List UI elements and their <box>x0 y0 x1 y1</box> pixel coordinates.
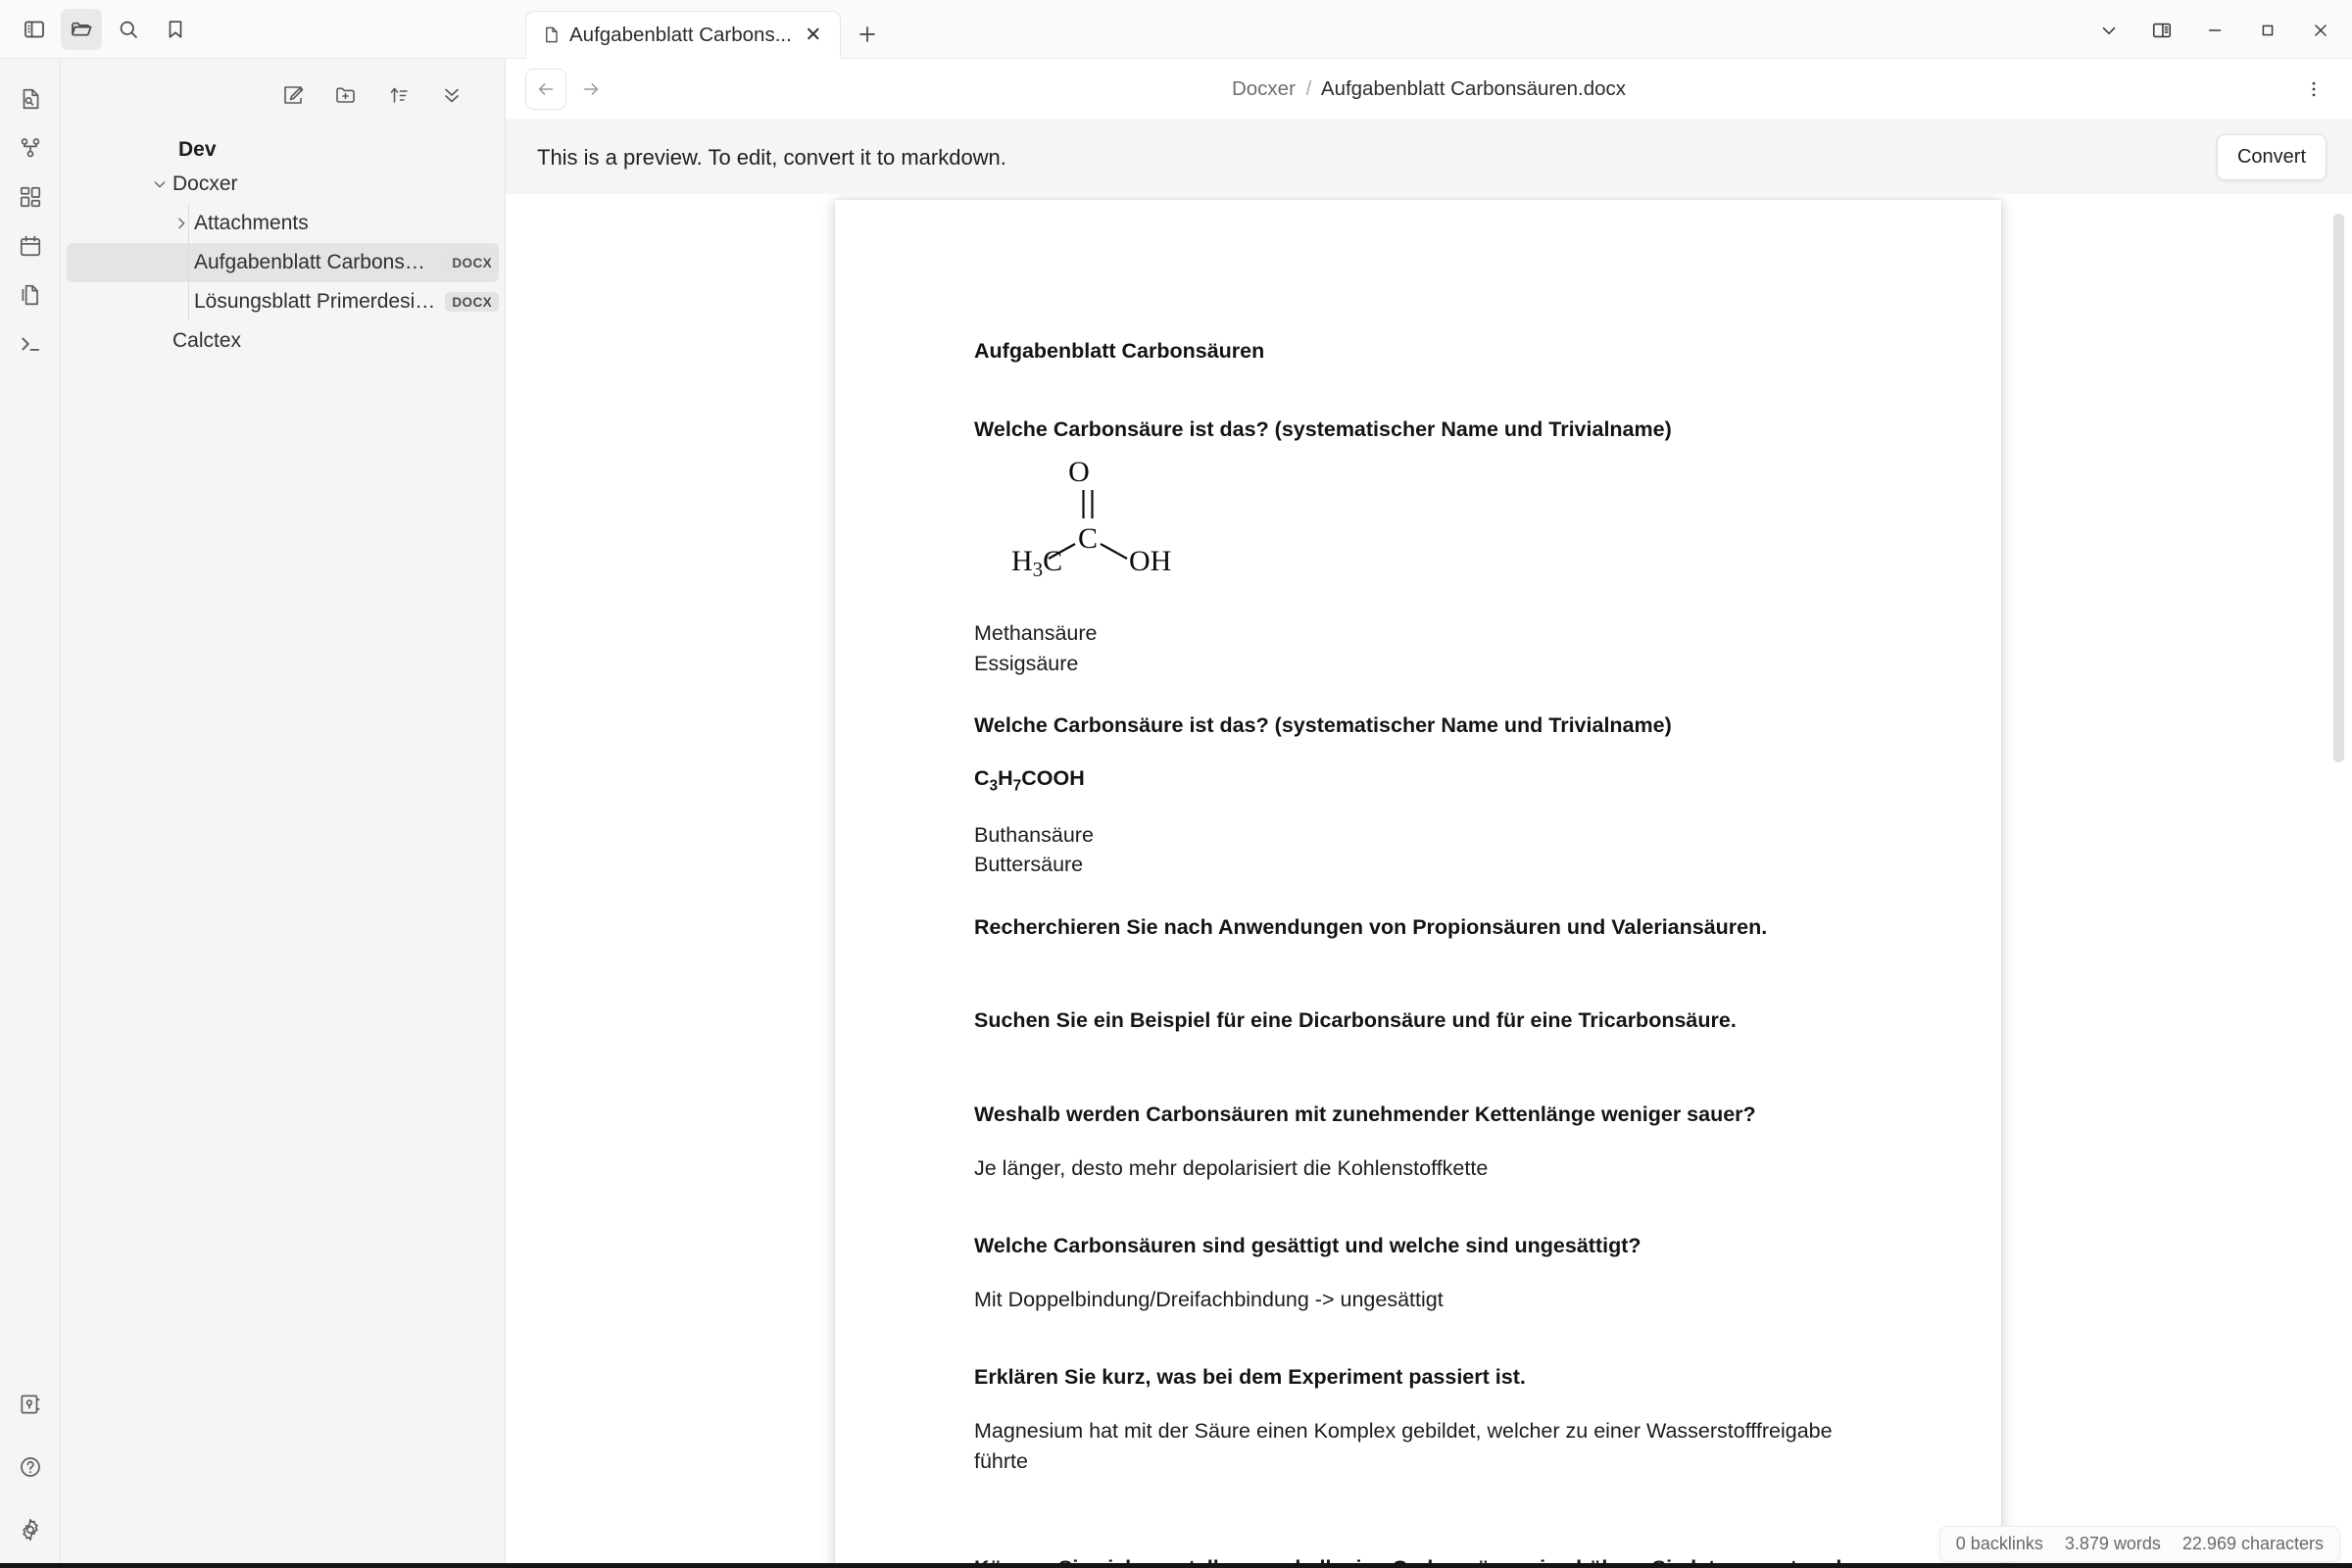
chevron-right-icon[interactable] <box>169 216 194 231</box>
file-tree-item-label: Attachments <box>194 212 309 235</box>
question-6: Welche Carbonsäuren sind gesättigt und w… <box>974 1232 1874 1261</box>
calendar-icon[interactable] <box>9 221 52 270</box>
search-icon[interactable] <box>108 9 149 50</box>
file-tree-item[interactable]: Attachments <box>67 204 499 243</box>
file-extension-badge: DOCX <box>445 292 499 312</box>
bookmark-icon[interactable] <box>155 9 196 50</box>
question-5: Weshalb werden Carbonsäuren mit zunehmen… <box>974 1101 1874 1130</box>
collapse-all-icon[interactable] <box>432 75 471 115</box>
copy-icon[interactable] <box>9 270 52 319</box>
answer-6: Mit Doppelbindung/Dreifachbindung -> ung… <box>974 1285 1874 1315</box>
molecule-label-hydroxyl: OH <box>1129 545 1171 577</box>
question-1: Welche Carbonsäure ist das? (systematisc… <box>974 416 1874 445</box>
terminal-icon[interactable] <box>9 319 52 368</box>
answer-1-line-1: Methansäure <box>974 618 1874 649</box>
title-bar: Aufgabenblatt Carbons... ✕ <box>0 0 2352 59</box>
tab-aufgabenblatt-carbonsauren[interactable]: Aufgabenblatt Carbons... ✕ <box>525 11 841 59</box>
window-bottom-edge <box>0 1563 2352 1568</box>
preview-banner: This is a preview. To edit, convert it t… <box>506 120 2352 194</box>
file-tree-item[interactable]: Aufgabenblatt Carbonsäuren DOCX <box>67 243 499 282</box>
document-title: Aufgabenblatt Carbonsäuren <box>974 337 1874 367</box>
convert-button[interactable]: Convert <box>2217 134 2327 180</box>
file-tree-item-label: Docxer <box>172 172 238 196</box>
chevron-down-icon[interactable] <box>2083 9 2134 52</box>
answer-2-line-1: Buthansäure <box>974 820 1874 851</box>
tab-label: Aufgabenblatt Carbons... <box>569 24 792 47</box>
file-tree-root: Dev <box>61 118 505 165</box>
back-arrow-icon[interactable] <box>525 69 566 110</box>
help-icon[interactable] <box>9 1443 52 1492</box>
file-tree-item[interactable]: Calctex <box>67 321 499 361</box>
maximize-icon[interactable] <box>2242 9 2293 52</box>
new-folder-icon[interactable] <box>326 75 366 115</box>
document-page: Aufgabenblatt Carbonsäuren Welche Carbon… <box>835 200 2001 1568</box>
document-icon <box>542 25 561 44</box>
breadcrumb-folder[interactable]: Docxer <box>1232 77 1296 100</box>
file-tree-panel: Dev Docxer Attachments Aufgabenblatt Carbo… <box>61 59 506 1568</box>
status-bar: 0 backlinks 3.879 words 22.969 character… <box>1939 1526 2340 1562</box>
question-2: Welche Carbonsäure ist das? (systematisc… <box>974 711 1874 741</box>
sidebar-header-toolbar <box>0 0 506 59</box>
file-tree-toolbar <box>61 73 505 118</box>
sort-icon[interactable] <box>379 75 418 115</box>
file-tree-item-label: Aufgabenblatt Carbonsäuren <box>194 251 435 274</box>
status-characters[interactable]: 22.969 characters <box>2182 1534 2324 1554</box>
document-scroll-area[interactable]: Aufgabenblatt Carbonsäuren Welche Carbon… <box>506 194 2352 1568</box>
icon-rail <box>0 59 61 1568</box>
more-options-icon[interactable] <box>2293 69 2334 110</box>
tree-indent-guide <box>188 204 189 321</box>
answer-5: Je länger, desto mehr depolarisiert die … <box>974 1153 1874 1184</box>
gear-icon[interactable] <box>9 1505 52 1554</box>
sidebar-toggle-icon[interactable] <box>14 9 55 50</box>
chevron-down-icon[interactable] <box>147 176 172 192</box>
new-tab-button[interactable] <box>847 14 888 55</box>
editor-area: Docxer / Aufgabenblatt Carbonsäuren.docx… <box>506 59 2352 1568</box>
molecule-label-carbonyl-o: O <box>1068 458 1090 488</box>
breadcrumb-file[interactable]: Aufgabenblatt Carbonsäuren.docx <box>1321 77 1626 100</box>
formula-c3h7cooh: C3H7COOH <box>974 764 1874 797</box>
app-window: Aufgabenblatt Carbons... ✕ <box>0 0 2352 1568</box>
file-extension-badge: DOCX <box>445 253 499 272</box>
status-words[interactable]: 3.879 words <box>2065 1534 2161 1554</box>
molecule-label-central-c: C <box>1078 522 1098 555</box>
file-tree-item-label: Lösungsblatt Primerdesign_LS_... <box>194 290 435 314</box>
question-4: Suchen Sie ein Beispiel für eine Dicarbo… <box>974 1006 1874 1036</box>
answer-1-line-2: Essigsäure <box>974 649 1874 679</box>
tab-strip: Aufgabenblatt Carbons... ✕ <box>506 0 2352 59</box>
forward-arrow-icon[interactable] <box>570 69 612 110</box>
close-icon[interactable]: ✕ <box>801 23 826 48</box>
vault-icon[interactable] <box>9 1380 52 1429</box>
preview-message: This is a preview. To edit, convert it t… <box>537 145 1006 171</box>
folder-icon[interactable] <box>61 9 102 50</box>
vertical-scrollbar[interactable] <box>2333 214 2344 762</box>
file-tree-item[interactable]: Lösungsblatt Primerdesign_LS_... DOCX <box>67 282 499 321</box>
graph-icon[interactable] <box>9 123 52 172</box>
file-search-icon[interactable] <box>9 74 52 123</box>
file-tree-item-label: Calctex <box>172 329 241 353</box>
file-tree-item[interactable]: Docxer <box>67 165 499 204</box>
split-panel-icon[interactable] <box>2136 9 2187 52</box>
molecule-label-methyl: H3C <box>1011 545 1062 580</box>
body: Dev Docxer Attachments Aufgabenblatt Carbo… <box>0 59 2352 1568</box>
new-note-icon[interactable] <box>273 75 313 115</box>
question-3: Recherchieren Sie nach Anwendungen von P… <box>974 913 1874 943</box>
answer-2-line-2: Buttersäure <box>974 850 1874 880</box>
minimize-icon[interactable] <box>2189 9 2240 52</box>
window-controls <box>2083 1 2352 59</box>
breadcrumb-separator: / <box>1301 77 1317 100</box>
status-backlinks[interactable]: 0 backlinks <box>1956 1534 2043 1554</box>
breadcrumb: Docxer / Aufgabenblatt Carbonsäuren.docx <box>506 77 2352 101</box>
vault-name: Dev <box>61 135 505 165</box>
question-7: Erklären Sie kurz, was bei dem Experimen… <box>974 1363 1874 1393</box>
document-header: Docxer / Aufgabenblatt Carbonsäuren.docx <box>506 59 2352 120</box>
document-body: Aufgabenblatt Carbonsäuren Welche Carbon… <box>835 200 2001 1568</box>
navigation-buttons <box>506 69 612 110</box>
answer-7: Magnesium hat mit der Säure einen Komple… <box>974 1416 1874 1476</box>
close-window-icon[interactable] <box>2295 9 2346 52</box>
blocks-icon[interactable] <box>9 172 52 221</box>
acetic-acid-structure: O C H3C OH <box>974 444 1874 585</box>
file-tree-nodes: Docxer Attachments Aufgabenblatt Carbonsäu… <box>61 165 505 361</box>
